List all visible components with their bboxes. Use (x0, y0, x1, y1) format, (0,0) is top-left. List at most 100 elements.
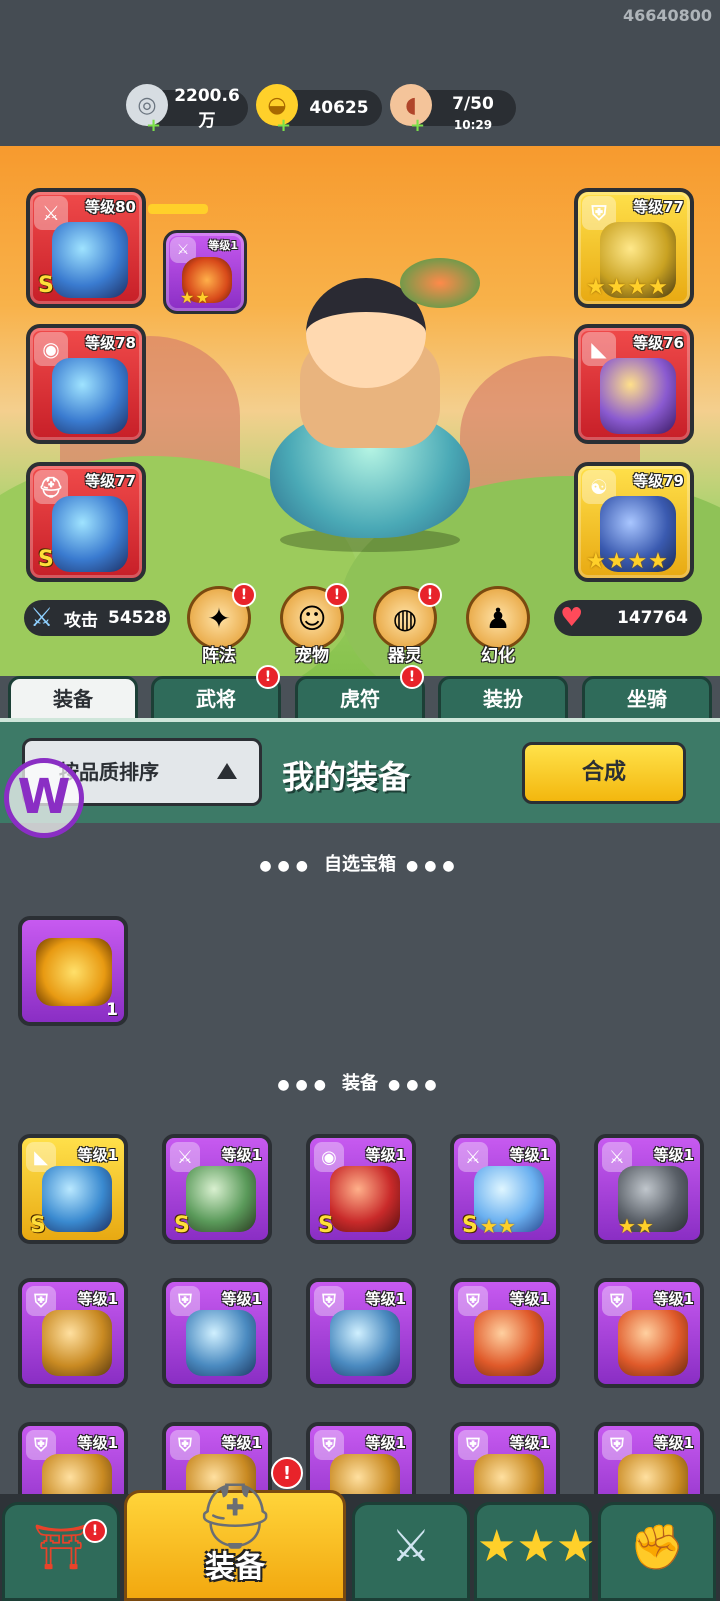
equip-item[interactable]: ⚔ 等级1 S ★★ (450, 1134, 560, 1244)
stamina-timer: 10:29 (453, 118, 493, 132)
alert-badge: ! (232, 583, 256, 607)
slot-level: 等级78 (85, 334, 136, 352)
top-bar: 46640800 ◎ + 2200.6万 ◒ + 40625 ◖ + 7/50 … (0, 0, 720, 146)
equip-level: 等级1 (365, 1146, 406, 1164)
combine-button[interactable]: 合成 (522, 742, 686, 804)
slot-armor[interactable]: ⛨ 等级77 ★★★★ (574, 188, 694, 308)
plus-icon[interactable]: + (410, 115, 425, 136)
equip-grade: S (30, 1213, 46, 1238)
tab-label: 武将 (196, 687, 236, 711)
chest-section-title: 自选宝箱 (324, 854, 396, 875)
overlay-w-logo[interactable]: W (4, 758, 84, 838)
pet-label: 宠物 (295, 646, 329, 666)
slot-stars: ★★ (180, 288, 211, 307)
equip-item-icon (330, 1166, 400, 1232)
transform-button[interactable]: ♟ 幻化 (466, 586, 530, 666)
fist-upgrade-icon: ✊ (629, 1522, 685, 1573)
chest-count: 1 (106, 1000, 118, 1020)
tab-equipment[interactable]: 装备 (8, 676, 138, 724)
triangle-up-icon (217, 763, 237, 779)
nav-shop[interactable]: ⛩ ! (2, 1502, 120, 1601)
equip-item-icon (474, 1310, 544, 1376)
chicken-leg-icon: ★★★ (477, 1521, 596, 1572)
spirit-label: 器灵 (388, 646, 422, 666)
equip-level: 等级1 (653, 1434, 694, 1452)
formation-label: 阵法 (202, 646, 236, 666)
decor-dots: ●●● (277, 1077, 332, 1093)
equip-item[interactable]: ⛨ 等级1 (18, 1278, 128, 1388)
attack-label: 攻击 (64, 610, 98, 631)
tab-outfit[interactable]: 装扮 (438, 676, 568, 724)
slot-level: 等级79 (633, 472, 684, 490)
decor-dots: ●●● (388, 1077, 443, 1093)
spirit-button[interactable]: ◍ 器灵 ! (373, 583, 442, 666)
plus-icon[interactable]: + (146, 115, 161, 136)
bracer-item-icon (600, 358, 676, 434)
gold-value: 40625 (309, 98, 369, 118)
medal-item-icon (52, 358, 128, 434)
equip-grade: S (462, 1213, 478, 1238)
slot-level: 等级76 (633, 334, 684, 352)
equip-level: 等级1 (221, 1146, 262, 1164)
nav-chicken[interactable]: ★★★ (474, 1502, 596, 1601)
hp-stat: ♥ 147764 (554, 600, 702, 636)
tab-mount[interactable]: 坐骑 (582, 676, 712, 724)
alert-badge: ! (83, 1519, 107, 1543)
equip-item[interactable]: ⛨ 等级1 (450, 1278, 560, 1388)
treasure-chest-icon (36, 938, 112, 1006)
nav-upgrade[interactable]: ✊ (598, 1502, 716, 1601)
equip-item[interactable]: ⛨ 等级1 (162, 1278, 272, 1388)
equip-level: 等级1 (509, 1146, 550, 1164)
chest-section-header: ●●● 自选宝箱 ●●● (0, 850, 720, 876)
bottom-nav: ⛩ ! ⛑ 装备 ! ⚔ ★★★ ✊ (0, 1457, 720, 1601)
battle-shield-icon: ⚔ (391, 1521, 431, 1572)
nav-equipment-label: 装备 (205, 1550, 265, 1585)
silver-resource[interactable]: ◎ + 2200.6万 (126, 84, 248, 136)
tab-tally[interactable]: 虎符! (295, 665, 425, 724)
slot-medal[interactable]: ◉ 等级78 (26, 324, 146, 444)
slot-linked[interactable]: ⚔ 等级1 ★★ (163, 230, 247, 314)
equip-item-icon (186, 1310, 256, 1376)
category-tabs: 装备 武将! 虎符! 装扮 坐骑 (0, 665, 720, 724)
hero-character[interactable] (260, 258, 480, 552)
equip-level: 等级1 (509, 1434, 550, 1452)
equip-item-icon (42, 1310, 112, 1376)
formation-button[interactable]: ✦ 阵法 ! (187, 583, 256, 666)
equip-item[interactable]: ⛨ 等级1 (594, 1278, 704, 1388)
equip-level: 等级1 (221, 1434, 262, 1452)
slot-helmet[interactable]: ⛑ 等级77 S (26, 462, 146, 582)
equip-item[interactable]: ⚔ 等级1 S (162, 1134, 272, 1244)
equip-section-title: 装备 (342, 1073, 378, 1094)
stamina-resource[interactable]: ◖ + 7/50 10:29 (390, 84, 516, 136)
equip-item[interactable]: ⚔ 等级1 ★★ (594, 1134, 704, 1244)
pet-button[interactable]: ☺ 宠物 ! (280, 583, 349, 666)
slot-bracer[interactable]: ◣ 等级76 (574, 324, 694, 444)
game-screen: 46640800 ◎ + 2200.6万 ◒ + 40625 ◖ + 7/50 … (0, 0, 720, 1601)
slot-weapon[interactable]: ⚔ 等级80 S (26, 188, 146, 308)
silhouette-icon: ♟ (485, 601, 511, 635)
tab-label: 虎符 (340, 687, 380, 711)
equip-level: 等级1 (653, 1146, 694, 1164)
gold-resource[interactable]: ◒ + 40625 (256, 84, 382, 136)
equip-item[interactable]: ◣ 等级1 S (18, 1134, 128, 1244)
equip-grade: S (174, 1213, 190, 1238)
slot-stars: ★★★★ (586, 275, 669, 300)
chest-item[interactable]: 1 (18, 916, 128, 1026)
equip-item-icon (618, 1310, 688, 1376)
equip-stars: ★★ (480, 1214, 516, 1238)
weapon-item-icon (52, 222, 128, 298)
attack-stat: ⚔ 攻击 54528 (24, 600, 170, 636)
equip-level: 等级1 (365, 1290, 406, 1308)
equip-item[interactable]: ◉ 等级1 S (306, 1134, 416, 1244)
equip-item[interactable]: ⛨ 等级1 (306, 1278, 416, 1388)
equipment-panel-header: 按品质排序 我的装备 合成 (0, 718, 720, 823)
equip-grade: S (318, 1213, 334, 1238)
tab-generals[interactable]: 武将! (151, 665, 281, 724)
nav-equipment[interactable]: ⛑ 装备 ! (124, 1457, 346, 1601)
chain-link (148, 204, 208, 214)
nav-battle[interactable]: ⚔ (352, 1502, 470, 1601)
slot-level: 等级77 (85, 472, 136, 490)
slot-boots[interactable]: ☯ 等级79 ★★★★ (574, 462, 694, 582)
equip-level: 等级1 (653, 1290, 694, 1308)
plus-icon[interactable]: + (276, 115, 291, 136)
